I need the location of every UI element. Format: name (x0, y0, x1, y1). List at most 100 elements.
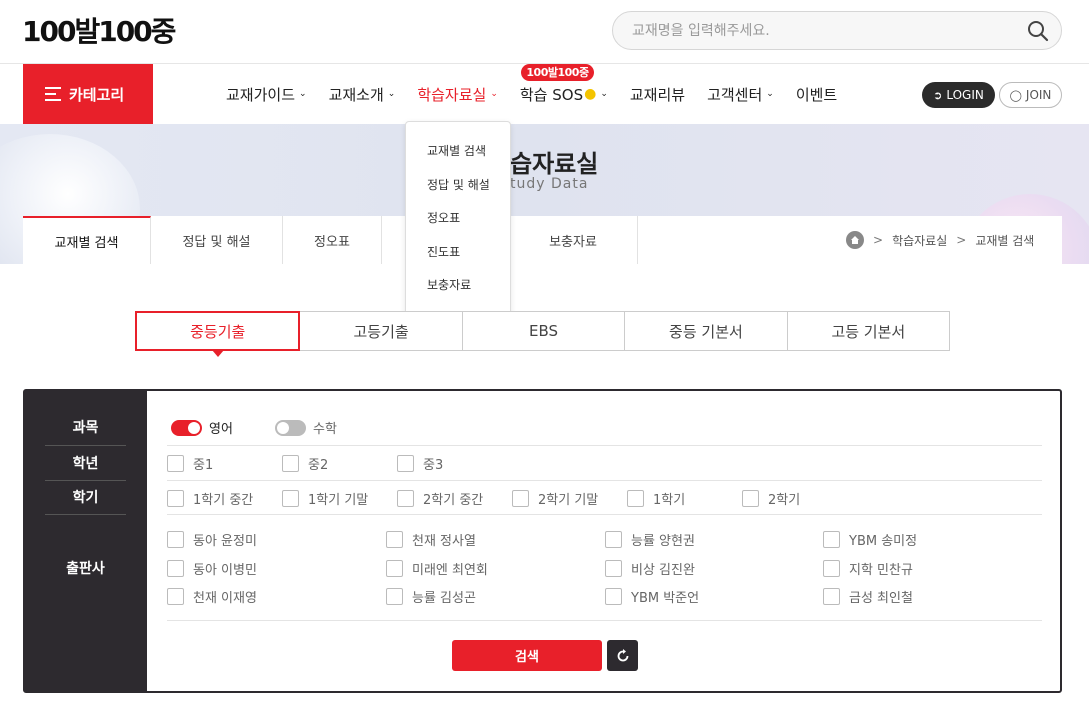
publisher-checkbox[interactable]: 능률 김성곤 (386, 587, 476, 606)
checkbox-label: 중1 (193, 458, 214, 473)
site-logo[interactable]: 100발100중 (22, 10, 176, 50)
checkbox (397, 455, 414, 472)
search-box (612, 11, 1062, 50)
dropdown-item[interactable]: 정오표 (406, 201, 510, 235)
search-icon[interactable] (1027, 20, 1049, 42)
publisher-checkbox[interactable]: 능률 양현권 (605, 530, 695, 549)
checkbox-label: 2학기 기말 (538, 493, 599, 508)
lightbulb-icon: ● (584, 86, 597, 102)
logo-text: 100발100중 (22, 15, 176, 48)
publisher-checkbox[interactable]: YBM 송미정 (823, 530, 917, 549)
tab-high-basic[interactable]: 고등 기본서 (787, 311, 951, 351)
checkbox-label: 미래엔 최연회 (412, 563, 488, 578)
grade-checkbox[interactable]: 중1 (167, 454, 213, 473)
dropdown-item[interactable]: 진도표 (406, 235, 510, 269)
checkbox (397, 490, 414, 507)
publisher-checkbox[interactable]: 미래엔 최연회 (386, 559, 488, 578)
subtab-answers[interactable]: 정답 및 해설 (151, 216, 283, 264)
tab-high-exam[interactable]: 고등기출 (300, 311, 463, 351)
nav-item-intro[interactable]: 교재소개 ⌄ (329, 84, 396, 105)
publisher-checkbox[interactable]: 동아 이병민 (167, 559, 257, 578)
semester-checkbox[interactable]: 1학기 (627, 489, 685, 508)
nav-item-label: 교재가이드 (226, 85, 296, 104)
semester-checkbox[interactable]: 1학기 중간 (167, 489, 253, 508)
login-label: LOGIN (946, 88, 984, 102)
chevron-down-icon: ⌄ (766, 89, 774, 99)
dropdown-item[interactable]: 교재별 검색 (406, 134, 510, 168)
checkbox (282, 490, 299, 507)
checkbox-label: 천재 정사열 (412, 534, 476, 549)
checkbox (823, 588, 840, 605)
semester-checkbox[interactable]: 2학기 기말 (512, 489, 598, 508)
subject-math-toggle[interactable]: 수학 (275, 418, 337, 437)
publisher-checkbox[interactable]: 비상 김진완 (605, 559, 695, 578)
checkbox-label: 중2 (308, 458, 329, 473)
reset-button[interactable] (607, 640, 638, 671)
checkbox-label: 동아 윤정미 (193, 534, 257, 549)
filter-panel: 과목 학년 학기 출판사 영어 수학 중1 중2 중3 1학기 중간 1학기 기… (23, 389, 1062, 693)
breadcrumb-separator: > (956, 233, 967, 247)
checkbox-label: 비상 김진완 (631, 563, 695, 578)
checkbox-label: 2학기 중간 (423, 493, 484, 508)
subtab-book-search[interactable]: 교재별 검색 (23, 216, 151, 264)
checkbox (386, 531, 403, 548)
dropdown-item[interactable]: 정답 및 해설 (406, 168, 510, 202)
divider (167, 620, 1042, 621)
checkbox (167, 588, 184, 605)
label-semester: 학기 (72, 490, 99, 506)
subtab-errata[interactable]: 정오표 (283, 216, 382, 264)
breadcrumb: > 학습자료실 > 교재별 검색 (846, 216, 1034, 264)
checkbox (167, 455, 184, 472)
tab-middle-exam[interactable]: 중등기출 (135, 311, 301, 357)
nav-item-review[interactable]: 교재리뷰 (630, 84, 685, 105)
tab-ebs[interactable]: EBS (462, 311, 626, 351)
checkbox (605, 531, 622, 548)
checkbox-label: 능률 김성곤 (412, 591, 476, 606)
checkbox (823, 531, 840, 548)
dropdown-item[interactable]: 보충자료 (406, 268, 510, 302)
label-grade: 학년 (72, 455, 99, 472)
publisher-checkbox[interactable]: 금성 최인철 (823, 587, 913, 606)
nav-item-support[interactable]: 고객센터 ⌄ (707, 84, 774, 105)
checkbox-label: YBM 박준언 (631, 591, 700, 606)
nav-item-guide[interactable]: 교재가이드 ⌄ (226, 84, 307, 105)
toggle-switch (275, 419, 306, 436)
checkbox (282, 455, 299, 472)
nav-item-event[interactable]: 이벤트 (796, 84, 837, 105)
semester-checkbox[interactable]: 2학기 중간 (397, 489, 483, 508)
checkbox-label: 금성 최인철 (849, 591, 913, 606)
tab-middle-basic[interactable]: 중등 기본서 (625, 311, 788, 351)
checkbox (627, 490, 644, 507)
grade-checkbox[interactable]: 중2 (282, 454, 328, 473)
label-subject: 과목 (72, 420, 99, 436)
semester-checkbox[interactable]: 1학기 기말 (282, 489, 368, 508)
join-label: JOIN (1025, 88, 1052, 102)
search-input[interactable] (613, 12, 1003, 49)
publisher-checkbox[interactable]: YBM 박준언 (605, 587, 699, 606)
checkbox (167, 560, 184, 577)
home-icon[interactable] (846, 231, 864, 249)
nav-item-label: 교재리뷰 (629, 85, 686, 104)
publisher-checkbox[interactable]: 천재 정사열 (386, 530, 476, 549)
category-button[interactable]: 카테고리 (23, 64, 153, 124)
nav-item-label: 고객센터 (707, 85, 763, 104)
subtab-supplement[interactable]: 보충자료 (509, 216, 638, 264)
resources-dropdown: 교재별 검색 정답 및 해설 정오표 진도표 보충자료 (405, 121, 511, 315)
checkbox-label: 동아 이병민 (193, 563, 257, 578)
grade-checkbox[interactable]: 중3 (397, 454, 443, 473)
publisher-checkbox[interactable]: 동아 윤정미 (167, 530, 257, 549)
semester-checkbox[interactable]: 2학기 (742, 489, 800, 508)
subject-english-toggle[interactable]: 영어 (171, 418, 233, 437)
checkbox (605, 588, 622, 605)
login-button[interactable]: ➲ LOGIN (922, 82, 995, 108)
search-button[interactable]: 검색 (452, 640, 602, 671)
publisher-checkbox[interactable]: 천재 이재영 (167, 587, 257, 606)
nav-item-sos[interactable]: 학습 SOS ● ⌄ (520, 84, 608, 105)
nav-item-resources[interactable]: 학습자료실 ⌄ (417, 84, 498, 105)
nav-item-label: 이벤트 (795, 85, 838, 104)
breadcrumb-item[interactable]: 학습자료실 (892, 232, 947, 249)
breadcrumb-item[interactable]: 교재별 검색 (975, 232, 1034, 249)
join-button[interactable]: ◯ JOIN (999, 82, 1062, 108)
publisher-checkbox[interactable]: 지학 민찬규 (823, 559, 913, 578)
checkbox (742, 490, 759, 507)
